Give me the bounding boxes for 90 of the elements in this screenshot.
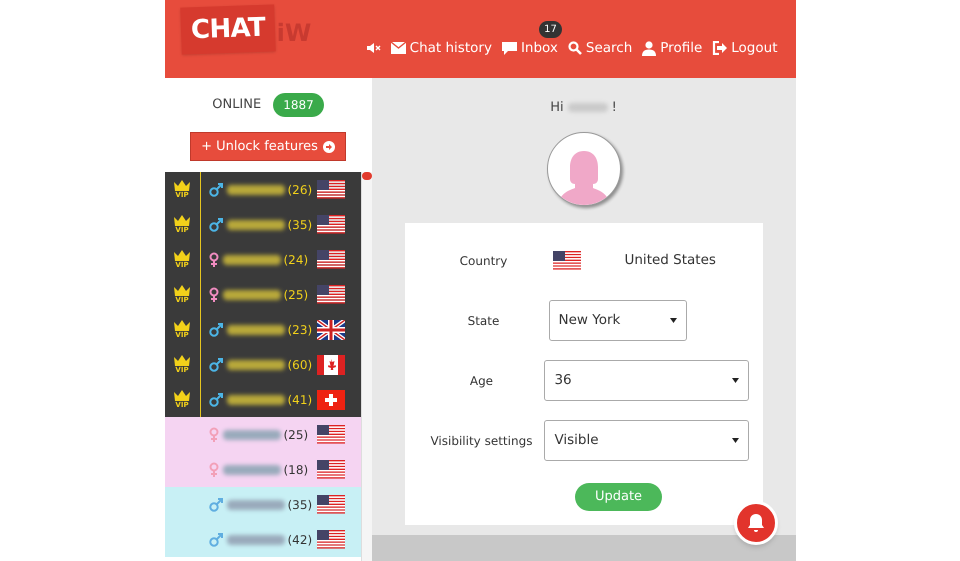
crown-icon bbox=[173, 250, 191, 262]
us-flag-icon bbox=[316, 214, 344, 234]
nav-link[interactable]: Profile bbox=[642, 38, 702, 58]
online-count-badge: 1887 bbox=[273, 93, 324, 117]
male-symbol-icon bbox=[208, 358, 222, 372]
field-label: State bbox=[466, 312, 500, 330]
user-age: (35) bbox=[288, 496, 312, 514]
user-row[interactable]: (25) bbox=[164, 417, 360, 452]
user-age: (25) bbox=[284, 426, 308, 444]
crown-icon bbox=[173, 390, 191, 402]
male-symbol-icon bbox=[208, 182, 222, 196]
unlock-features-button[interactable]: + Unlock features bbox=[190, 132, 346, 161]
male-symbol-icon bbox=[208, 218, 222, 232]
search-icon bbox=[568, 41, 582, 56]
dropdown-arrow-icon bbox=[732, 438, 738, 443]
user-age: (25) bbox=[284, 286, 308, 304]
user-age: (60) bbox=[288, 356, 312, 374]
select-field[interactable]: Visible bbox=[544, 420, 748, 461]
logo-text: CHAT bbox=[190, 12, 266, 46]
us-flag-icon bbox=[316, 180, 344, 200]
us-flag-icon bbox=[316, 530, 344, 550]
user-age: (23) bbox=[288, 322, 312, 338]
female-symbol-icon bbox=[208, 427, 218, 442]
select-field[interactable]: 36 bbox=[544, 360, 748, 401]
envelope-icon bbox=[390, 42, 406, 54]
female-symbol-icon bbox=[208, 287, 218, 302]
user-age: (26) bbox=[288, 182, 312, 198]
user-age: (41) bbox=[288, 392, 312, 408]
blurred-name bbox=[222, 464, 280, 474]
crown-icon bbox=[173, 180, 191, 192]
blurred-name bbox=[222, 290, 280, 300]
male-symbol-icon bbox=[208, 322, 222, 336]
blurred-name bbox=[226, 324, 284, 334]
user-age: (18) bbox=[284, 462, 308, 478]
crown-icon bbox=[173, 285, 191, 297]
field-label: Visibility settings bbox=[429, 432, 534, 450]
canada-flag-icon bbox=[316, 354, 344, 374]
user-age: (35) bbox=[288, 216, 312, 234]
crown-icon bbox=[173, 320, 191, 332]
male-symbol-icon bbox=[208, 532, 222, 546]
blurred-name bbox=[226, 184, 284, 194]
male-symbol-icon bbox=[208, 498, 222, 512]
female-symbol-icon bbox=[208, 462, 218, 477]
male-symbol-icon bbox=[208, 392, 222, 406]
nav-link[interactable]: Logout bbox=[712, 38, 778, 58]
blurred-name bbox=[222, 430, 280, 440]
count-badge: 17 bbox=[539, 21, 562, 38]
blurred-name bbox=[226, 220, 284, 230]
user-age: (24) bbox=[284, 252, 308, 268]
dropdown-arrow-icon bbox=[670, 318, 676, 323]
person-icon bbox=[642, 40, 656, 56]
dropdown-arrow-icon bbox=[732, 378, 738, 383]
country-value: United States bbox=[624, 251, 716, 270]
us-flag-icon bbox=[316, 460, 344, 480]
nav-link[interactable]: Inbox bbox=[502, 38, 558, 58]
user-row[interactable]: (18) bbox=[164, 452, 360, 487]
blurred-name bbox=[568, 103, 608, 112]
us-flag-icon bbox=[316, 424, 344, 444]
mute-icon bbox=[366, 42, 381, 54]
crown-icon bbox=[173, 355, 191, 367]
chat-bubble-icon bbox=[502, 42, 517, 55]
female-symbol-icon bbox=[208, 252, 218, 267]
us-flag-icon bbox=[316, 284, 344, 304]
blurred-name bbox=[226, 360, 284, 370]
select-field[interactable]: New York bbox=[548, 300, 686, 341]
field-label: Age bbox=[468, 372, 494, 390]
arrow-circle-icon bbox=[322, 140, 335, 152]
logout-icon bbox=[712, 41, 728, 56]
us-flag-icon bbox=[552, 250, 580, 270]
blurred-name bbox=[226, 500, 284, 510]
nav-link[interactable]: Chat history bbox=[390, 38, 492, 58]
us-flag-icon bbox=[316, 250, 344, 270]
user-row[interactable]: (35) bbox=[164, 487, 360, 522]
scroll-thumb[interactable] bbox=[362, 172, 372, 180]
blurred-name bbox=[226, 394, 284, 404]
blurred-name bbox=[226, 534, 284, 544]
user-age: (42) bbox=[288, 532, 312, 548]
user-row[interactable]: (42) bbox=[164, 522, 360, 557]
swiss-flag-icon bbox=[316, 390, 344, 410]
mute-button[interactable] bbox=[366, 42, 381, 54]
greeting-text: Hi bbox=[550, 99, 564, 117]
greeting-text: ! bbox=[612, 99, 617, 117]
online-label: ONLINE bbox=[212, 96, 262, 114]
blurred-name bbox=[222, 254, 280, 264]
crown-icon bbox=[173, 215, 191, 227]
uk-flag-icon bbox=[316, 320, 344, 340]
nav-link[interactable]: Search bbox=[568, 38, 632, 58]
us-flag-icon bbox=[316, 494, 344, 514]
field-label: Country bbox=[458, 252, 508, 270]
bell-icon bbox=[746, 513, 764, 533]
